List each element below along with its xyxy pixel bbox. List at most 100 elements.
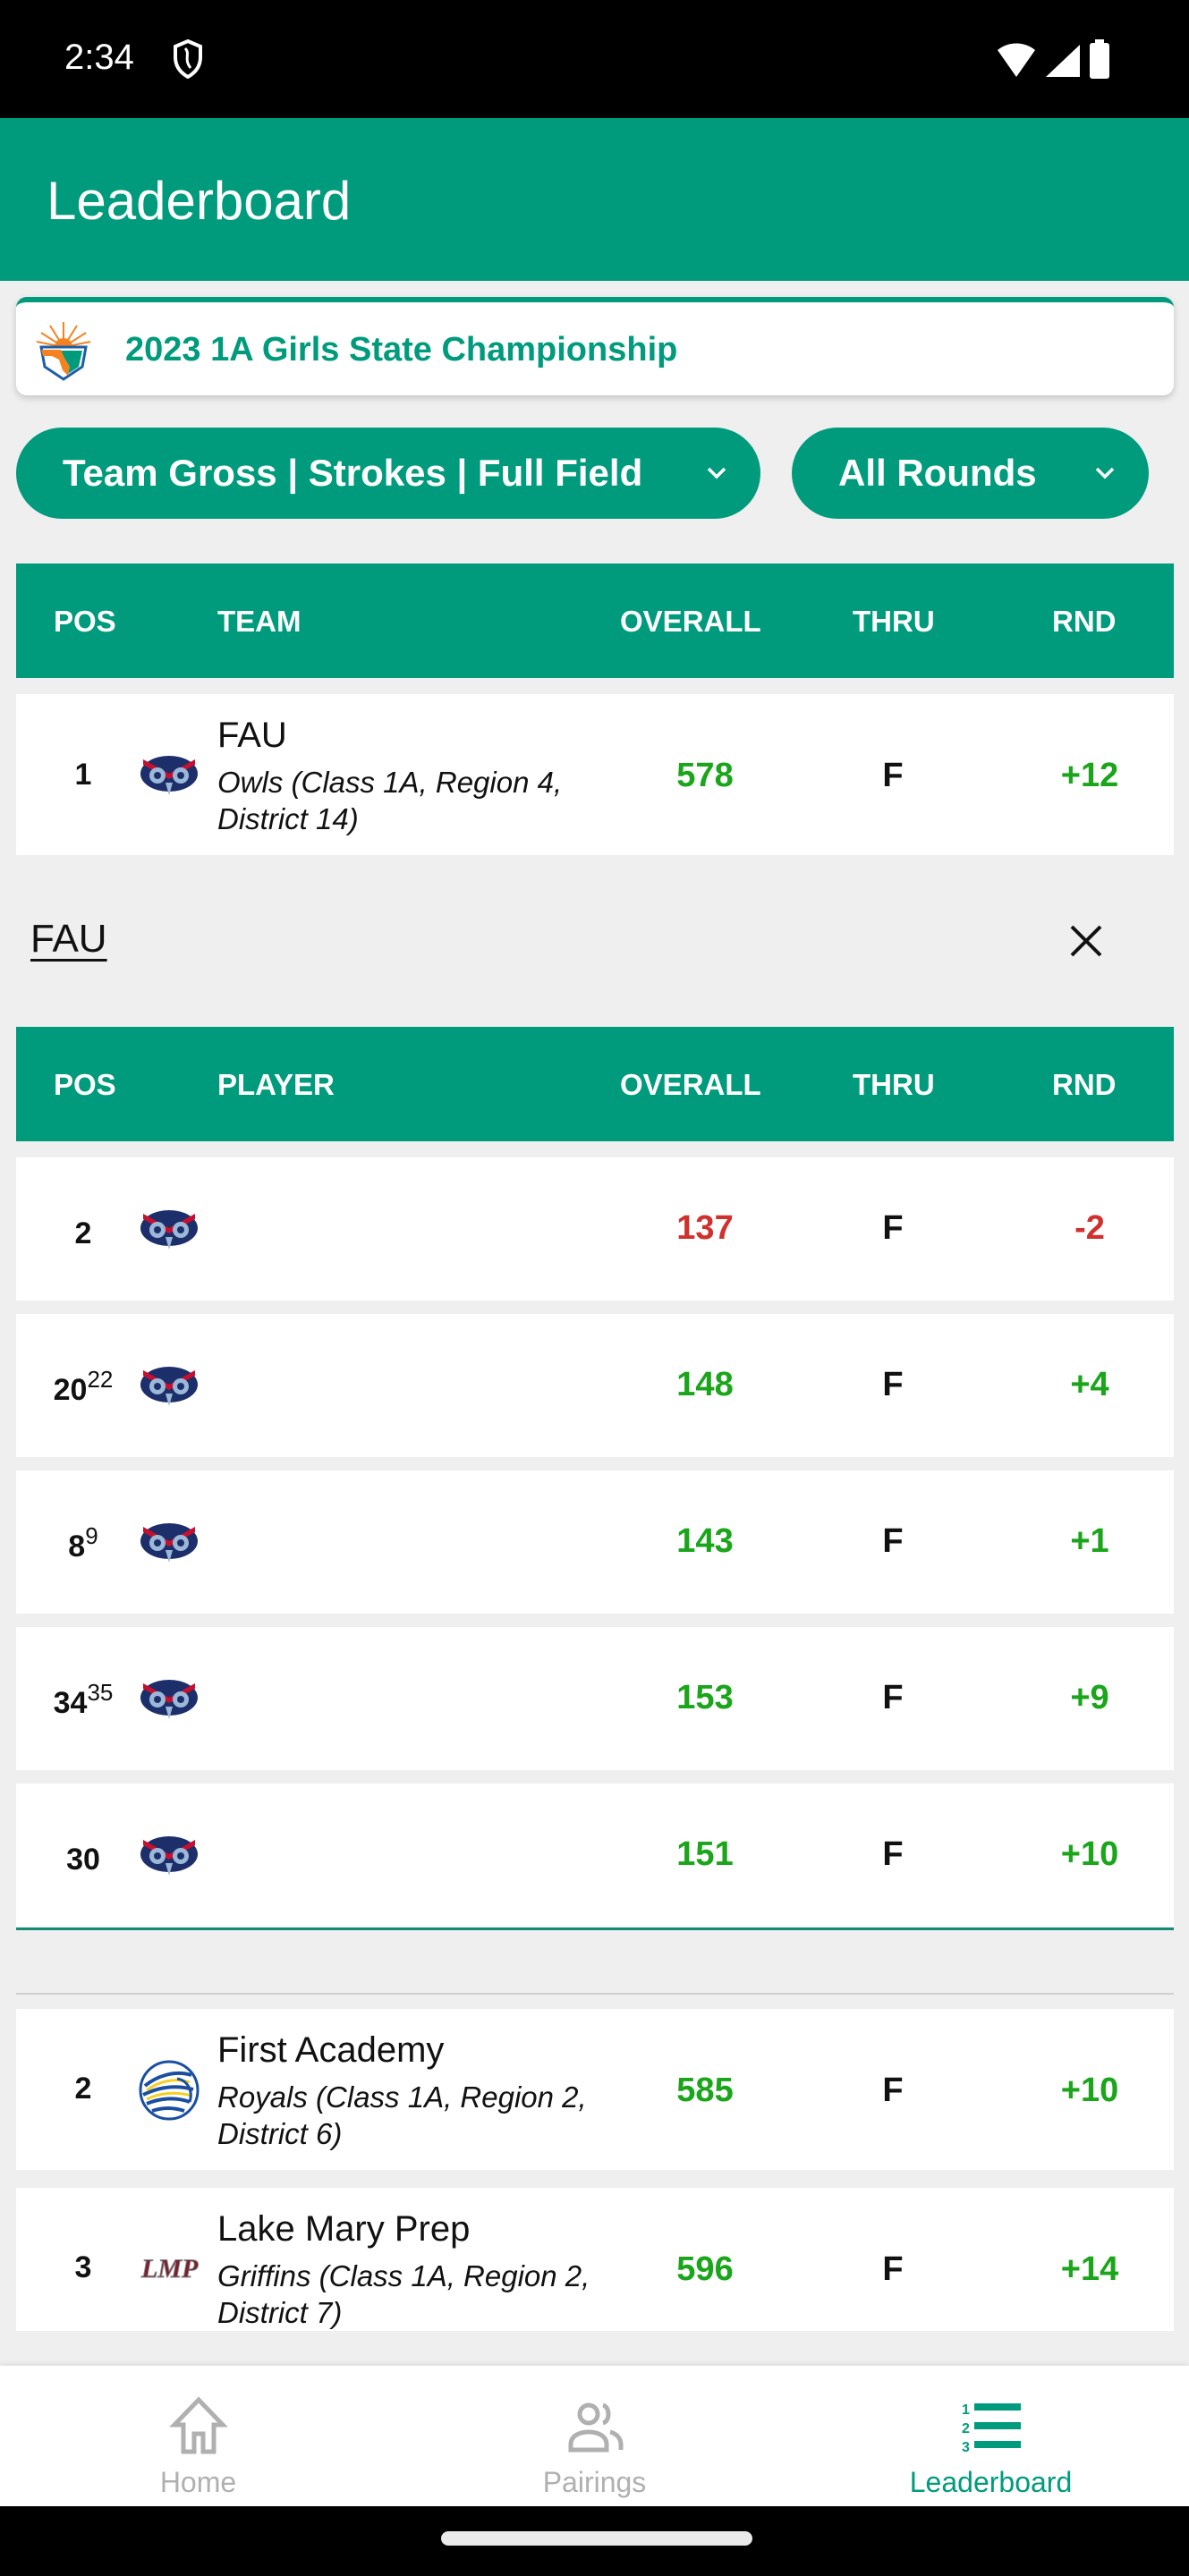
- player-rnd: -2: [1074, 1209, 1105, 1247]
- team-name: FAU: [217, 716, 287, 755]
- fau-owl-logo: [140, 756, 198, 795]
- header-pos: POS: [54, 1068, 116, 1101]
- chevron-down-icon: [1095, 467, 1115, 479]
- header-pos: POS: [54, 605, 116, 638]
- header-rnd: RND: [1052, 1068, 1117, 1101]
- shield-icon: [174, 39, 202, 79]
- team-rnd: +10: [1060, 2072, 1119, 2109]
- header-overall: OVERALL: [620, 1068, 761, 1101]
- player-pos-current: 20: [53, 1373, 88, 1407]
- player-thru: F: [882, 1679, 904, 1716]
- fau-owl-logo: [140, 1210, 198, 1250]
- team-name: Lake Mary Prep: [217, 2209, 471, 2249]
- fau-owl-logo: [140, 1367, 198, 1406]
- fau-owl-logo: [140, 1680, 198, 1719]
- app-bar: Leaderboard: [0, 118, 1189, 281]
- header-thru: THRU: [853, 605, 935, 638]
- team-pos: 3: [74, 2250, 92, 2284]
- player-row[interactable]: 30 151 F +10: [16, 1784, 1174, 1927]
- rounds-filter-dropdown[interactable]: All Rounds: [792, 428, 1149, 519]
- home-icon: [168, 2396, 228, 2454]
- player-pos: 89: [16, 1522, 150, 1564]
- svg-text:1: 1: [962, 2402, 970, 2418]
- header-player: PLAYER: [217, 1068, 335, 1101]
- chevron-down-icon: [707, 467, 726, 479]
- player-pos-previous: 22: [87, 1366, 114, 1393]
- player-thru: F: [882, 1366, 904, 1403]
- header-team: TEAM: [217, 605, 301, 638]
- team-row[interactable]: 2 First Academy Royals (Class 1A, Region…: [16, 2009, 1174, 2170]
- player-thru: F: [882, 1835, 904, 1873]
- player-pos: 30: [16, 1835, 150, 1877]
- player-row[interactable]: 2022 148 F +4: [16, 1314, 1174, 1457]
- first-academy-lion-logo: [139, 2060, 200, 2121]
- wifi-icon: [998, 43, 1035, 77]
- system-navigation-bar: [0, 2506, 1189, 2576]
- player-pos-current: 2: [74, 1216, 92, 1250]
- expanded-team-title[interactable]: FAU: [30, 917, 107, 962]
- player-pos: 3435: [16, 1679, 150, 1721]
- tournament-card[interactable]: 2023 1A Girls State Championship: [16, 297, 1174, 395]
- cellular-signal-icon: [1046, 45, 1080, 77]
- close-icon[interactable]: [1066, 921, 1106, 961]
- header-thru: THRU: [853, 1068, 935, 1101]
- scoring-filter-dropdown[interactable]: Team Gross | Strokes | Full Field: [16, 428, 760, 519]
- home-gesture-handle[interactable]: [441, 2531, 752, 2546]
- tournament-name: 2023 1A Girls State Championship: [125, 331, 678, 369]
- player-thru: F: [882, 1522, 904, 1560]
- svg-text:3: 3: [962, 2440, 970, 2455]
- nav-leaderboard-label: Leaderboard: [909, 2466, 1073, 2498]
- team-subtitle: Royals (Class 1A, Region 2, District 6): [217, 2080, 587, 2150]
- player-overall: 151: [676, 1835, 734, 1873]
- player-overall: 153: [676, 1679, 734, 1716]
- player-rnd: +9: [1070, 1679, 1109, 1716]
- nav-home-label: Home: [159, 2466, 237, 2498]
- nav-leaderboard[interactable]: 1 2 3 Leaderboard: [793, 2366, 1189, 2506]
- team-row-fau[interactable]: 1 FAU Owls (Class 1A, Region 4, District…: [16, 694, 1174, 855]
- team-pos: 1: [74, 758, 92, 792]
- player-row[interactable]: 89 143 F +1: [16, 1470, 1174, 1614]
- player-table-header: POS PLAYER OVERALL THRU RND: [16, 1027, 1174, 1141]
- header-overall: OVERALL: [620, 605, 761, 638]
- player-pos-current: 34: [53, 1686, 88, 1720]
- svg-text:LMP: LMP: [140, 2254, 199, 2284]
- team-row[interactable]: 3 LMP Lake Mary Prep Griffins (Class 1A,…: [16, 2188, 1174, 2331]
- player-pos-current: 8: [68, 1530, 86, 1563]
- fhsaa-logo: [36, 322, 91, 381]
- rounds-filter-label: All Rounds: [838, 452, 1037, 494]
- player-pos-previous: 9: [85, 1522, 98, 1549]
- player-row[interactable]: 2 137 F -2: [16, 1157, 1174, 1301]
- nav-home[interactable]: Home: [0, 2366, 396, 2506]
- nav-pairings[interactable]: Pairings: [396, 2366, 793, 2506]
- nav-pairings-label: Pairings: [542, 2466, 647, 2498]
- team-table-header: POS TEAM OVERALL THRU RND: [16, 564, 1174, 678]
- team-thru: F: [882, 757, 904, 794]
- team-subtitle: Griffins (Class 1A, Region 2, District 7…: [217, 2259, 590, 2329]
- status-bar: 2:34: [0, 0, 1189, 118]
- player-row[interactable]: 3435 153 F +9: [16, 1627, 1174, 1770]
- player-overall: 148: [676, 1366, 734, 1403]
- team-rnd: +12: [1060, 757, 1119, 794]
- people-icon: [568, 2402, 623, 2453]
- team-rnd: +14: [1060, 2250, 1119, 2288]
- team-overall: 578: [676, 757, 734, 794]
- header-rnd: RND: [1052, 605, 1117, 638]
- scoring-filter-label: Team Gross | Strokes | Full Field: [63, 452, 643, 494]
- player-pos-previous: 35: [87, 1679, 114, 1706]
- player-rnd: +4: [1070, 1366, 1109, 1403]
- lmp-logo: LMP: [140, 2254, 200, 2284]
- team-subtitle: Owls (Class 1A, Region 4, District 14): [217, 766, 563, 835]
- svg-text:2: 2: [962, 2421, 970, 2436]
- bottom-navigation: Home Pairings 1 2 3 Leaderboard: [0, 2366, 1189, 2506]
- player-overall: 137: [676, 1209, 734, 1247]
- player-rnd: +10: [1060, 1835, 1119, 1873]
- team-overall: 585: [676, 2072, 734, 2109]
- team-overall: 596: [676, 2250, 734, 2288]
- team-name: First Academy: [217, 2030, 445, 2070]
- section-divider: [16, 1993, 1174, 1995]
- player-overall: 143: [676, 1522, 734, 1560]
- team-pos: 2: [74, 2072, 92, 2106]
- page-title: Leaderboard: [47, 171, 352, 231]
- player-pos-current: 30: [66, 1843, 100, 1877]
- status-icons: [996, 39, 1110, 79]
